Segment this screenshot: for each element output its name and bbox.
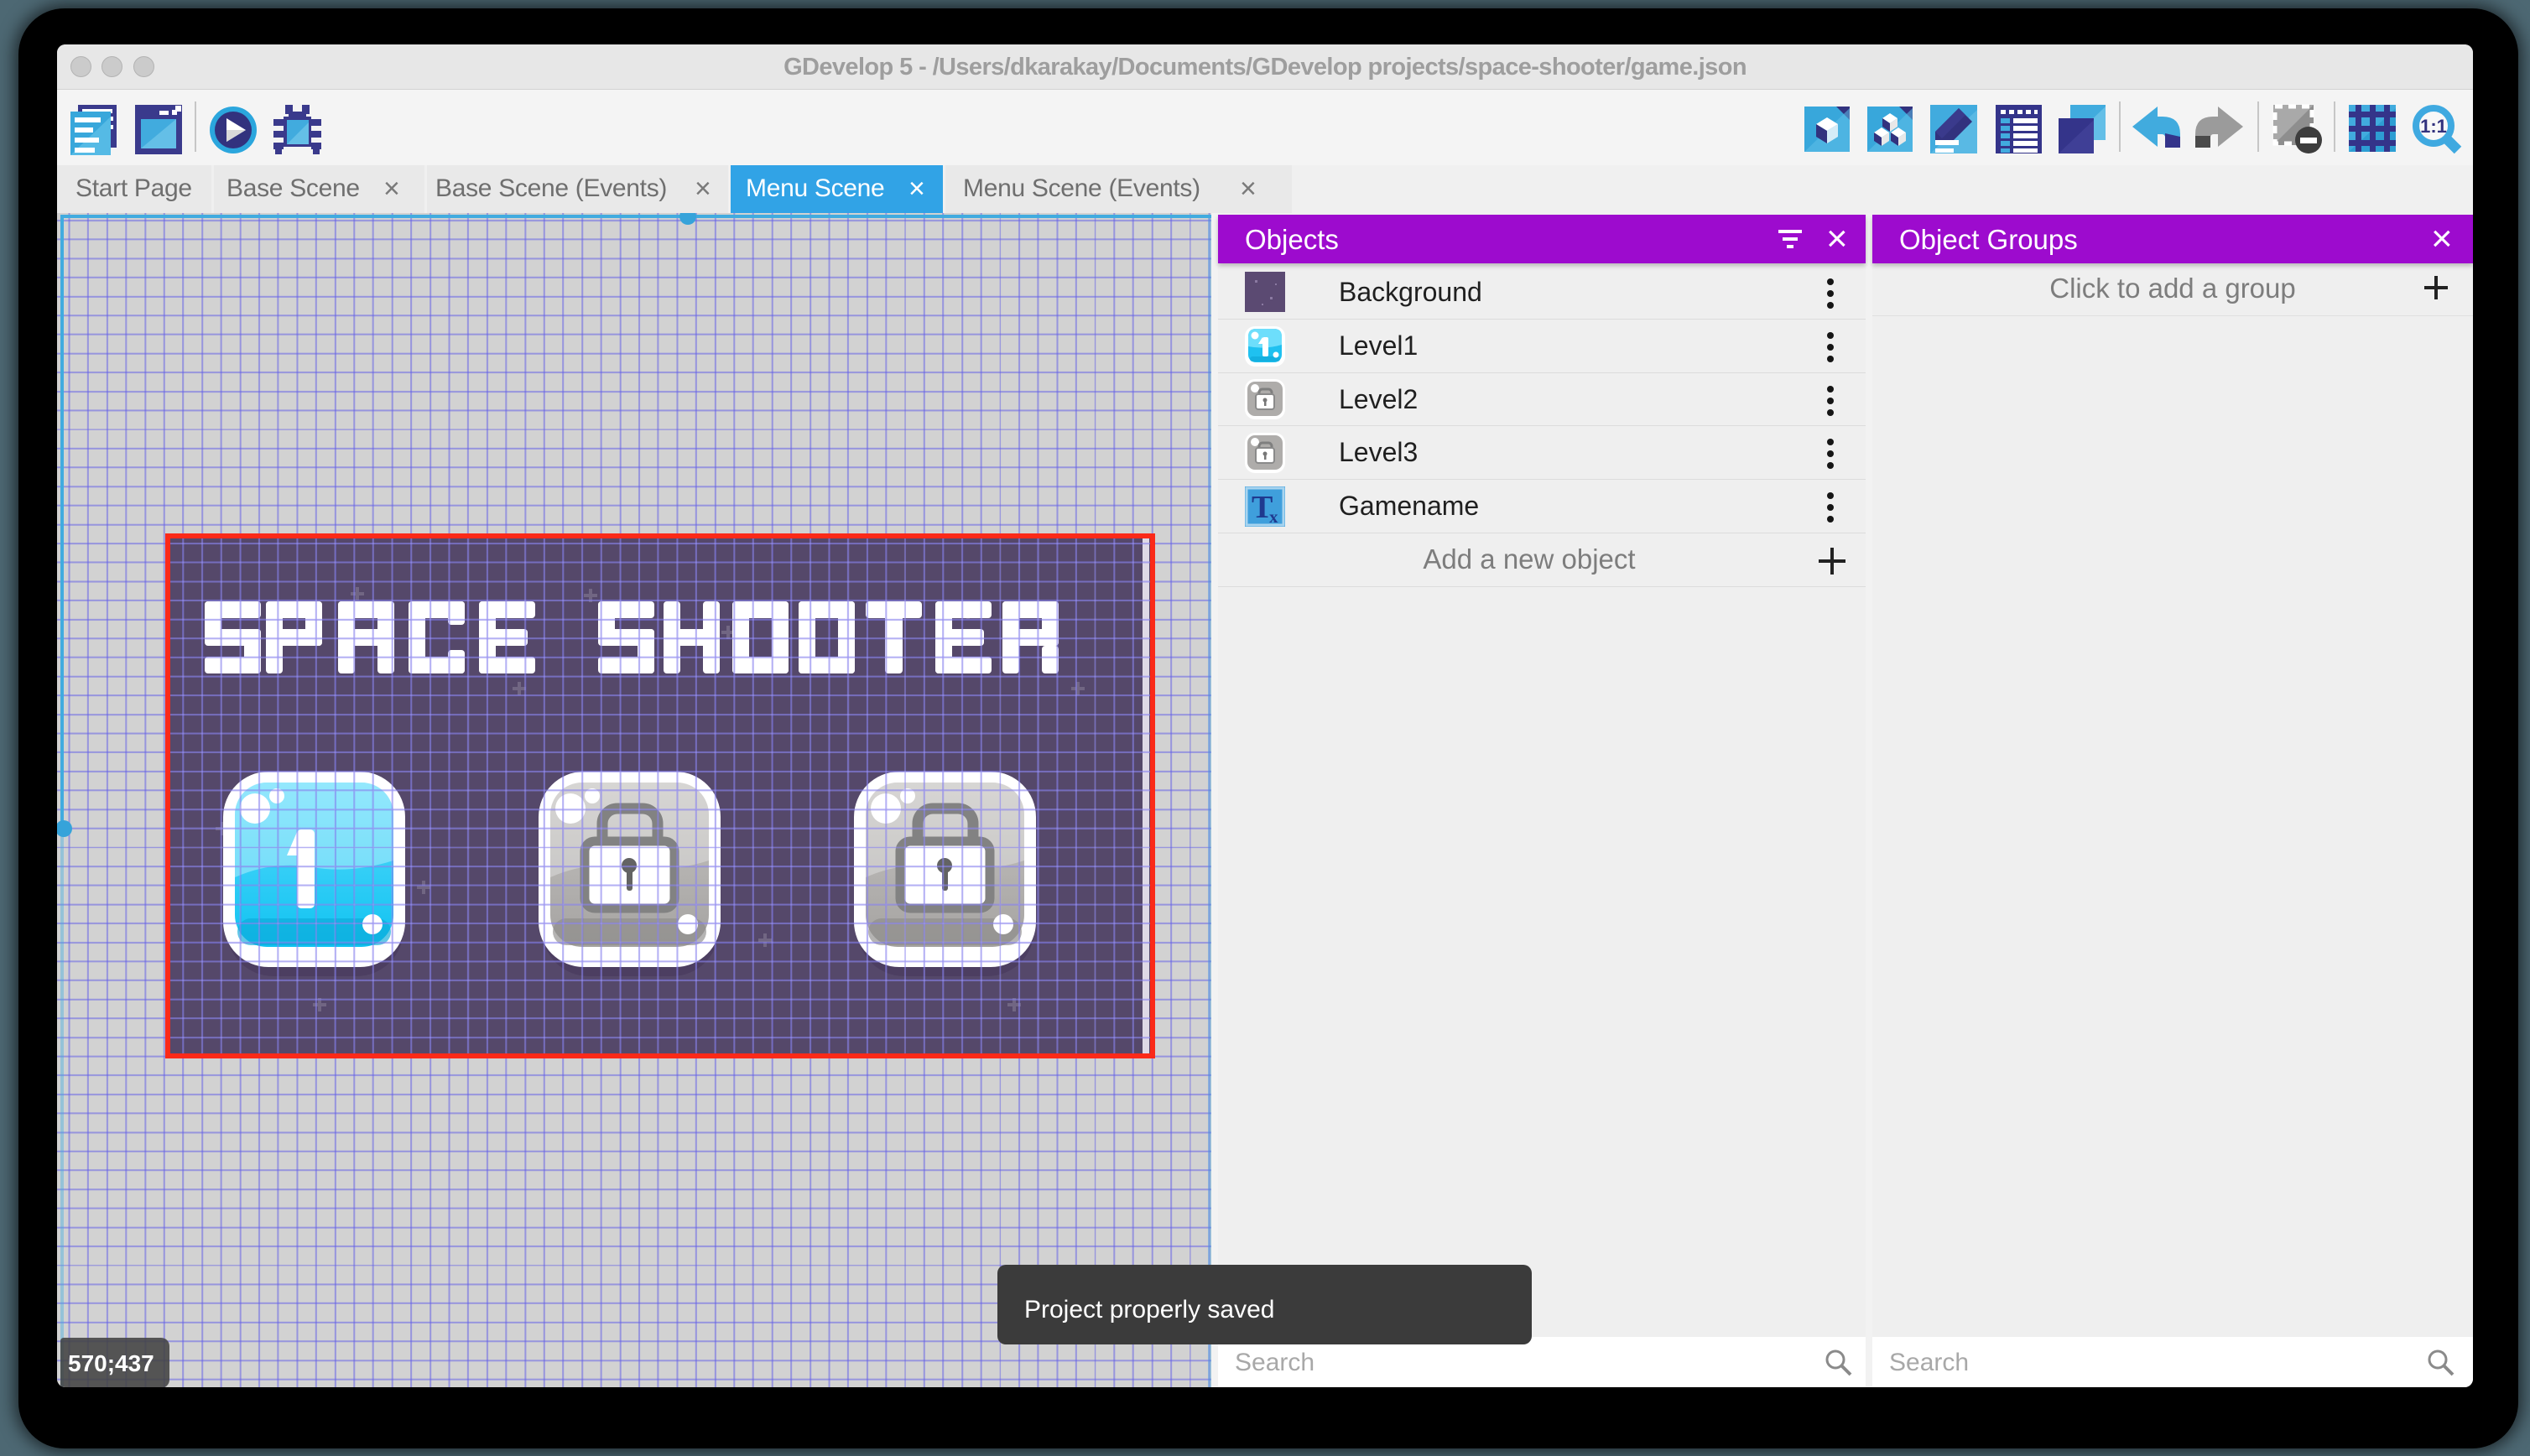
- svg-text:1:1: 1:1: [2420, 116, 2447, 137]
- svg-text:x: x: [1269, 507, 1278, 527]
